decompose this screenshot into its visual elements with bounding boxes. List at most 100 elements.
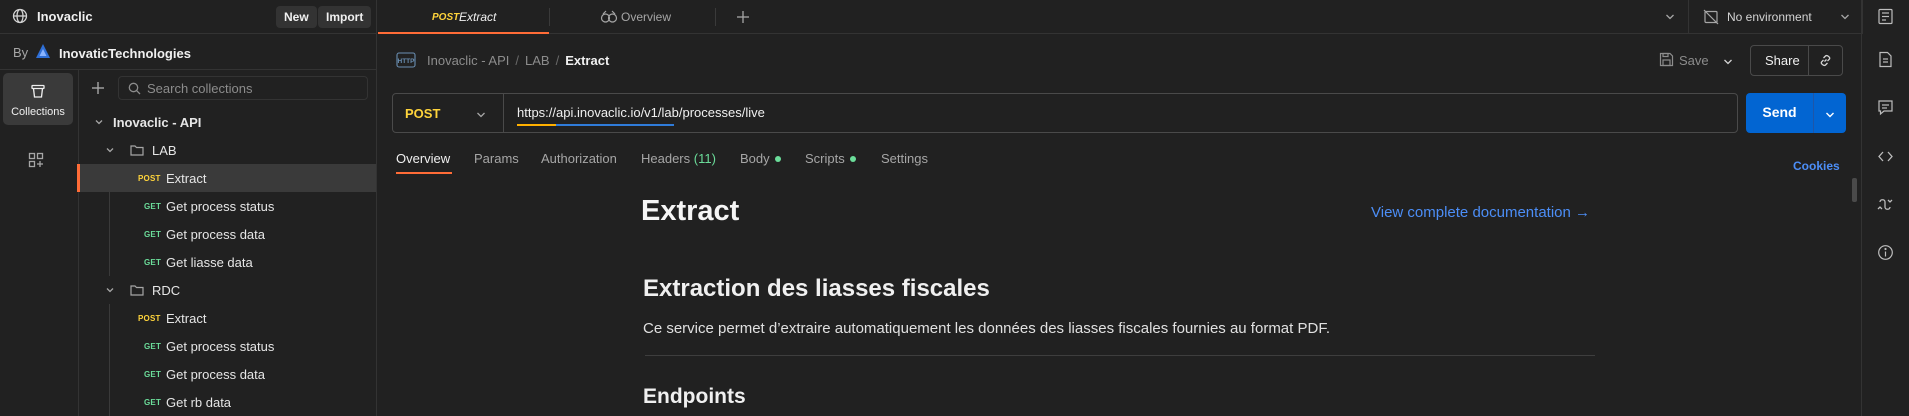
- tab-divider: [715, 8, 716, 26]
- trash-can-collections-icon: [30, 83, 46, 99]
- tab-params[interactable]: Params: [474, 151, 519, 166]
- cookies-link[interactable]: Cookies: [1793, 159, 1840, 173]
- tab-divider: [549, 8, 550, 26]
- request-name: Get rb data: [166, 395, 232, 410]
- tree-folder-rdc[interactable]: RDC: [80, 276, 376, 304]
- request-method-badge: GET: [144, 202, 162, 211]
- method-select[interactable]: POST: [393, 94, 504, 132]
- doc-paragraph: Ce service permet d’extraire automatique…: [643, 320, 1330, 337]
- chevron-down-icon: [94, 117, 104, 127]
- send-button[interactable]: Send: [1746, 93, 1846, 133]
- plus-icon[interactable]: [91, 81, 105, 95]
- tree-request-lab-extract[interactable]: POST Extract: [80, 164, 376, 192]
- environment-quicklook-icon[interactable]: [1877, 8, 1894, 25]
- workspace-name[interactable]: Inovaclic: [37, 9, 93, 24]
- rail-collections-label: Collections: [11, 106, 65, 118]
- import-button[interactable]: Import: [318, 6, 372, 28]
- breadcrumb-item[interactable]: LAB: [525, 53, 550, 68]
- request-method-badge: GET: [144, 258, 162, 267]
- tree-request-rdc-get-process-status[interactable]: GET Get process status: [80, 332, 376, 360]
- doc-heading: Extraction des liasses fiscales: [643, 275, 990, 302]
- request-name: Extract: [166, 171, 207, 186]
- share-group: Share: [1750, 45, 1843, 76]
- tab-label: Extract: [459, 10, 497, 24]
- documentation-icon[interactable]: [1877, 51, 1894, 68]
- breadcrumb-separator: /: [515, 53, 519, 68]
- request-name: Get process data: [166, 367, 265, 382]
- link-icon[interactable]: [1818, 53, 1833, 68]
- search-input[interactable]: [147, 79, 362, 97]
- tab-body-label: Body: [740, 151, 770, 166]
- doc-heading-endpoints: Endpoints: [643, 385, 746, 408]
- search-icon: [128, 82, 141, 95]
- globe-icon: [12, 8, 28, 24]
- chevron-down-icon: [105, 145, 115, 155]
- collections-toolbar: [80, 70, 377, 110]
- request-name: Get process status: [166, 339, 275, 354]
- tree-collection[interactable]: Inovaclic - API: [80, 108, 376, 136]
- tab-overview-doc[interactable]: Overview: [396, 151, 450, 166]
- tree-request-lab-get-process-status[interactable]: GET Get process status: [80, 192, 376, 220]
- request-name: Get process data: [166, 227, 265, 242]
- breadcrumb-separator: /: [555, 53, 560, 68]
- breadcrumb: Inovaclic - API / LAB / Extract: [427, 53, 609, 68]
- no-environment-icon: [1703, 9, 1719, 25]
- divider: [1808, 46, 1809, 75]
- view-documentation-link[interactable]: View complete documentation →: [1371, 204, 1590, 221]
- search-box: [118, 76, 368, 100]
- new-button[interactable]: New: [276, 6, 317, 28]
- tab-headers[interactable]: Headers (11): [641, 151, 716, 166]
- save-icon[interactable]: [1659, 52, 1674, 67]
- active-tab-indicator: [396, 172, 452, 174]
- url-highlight: [517, 124, 556, 126]
- doc-title: Extract: [641, 195, 740, 227]
- share-button[interactable]: Share: [1765, 53, 1800, 68]
- sidebar-rail: Collections: [0, 70, 79, 416]
- tab-authorization[interactable]: Authorization: [541, 151, 617, 166]
- status-dot: [774, 156, 781, 162]
- request-method-badge: GET: [144, 342, 162, 351]
- overview-icon: [600, 10, 618, 24]
- tree-folder-name: RDC: [152, 283, 181, 298]
- chevron-down-icon[interactable]: [1664, 11, 1676, 23]
- tab-scripts[interactable]: Scripts: [805, 151, 856, 166]
- environment-selector[interactable]: No environment: [1727, 10, 1812, 24]
- chevron-down-icon[interactable]: [1839, 11, 1851, 23]
- rail-collections-button[interactable]: Collections: [3, 73, 73, 125]
- chevron-down-icon: [475, 109, 487, 121]
- comments-icon[interactable]: [1877, 99, 1894, 116]
- add-widget-icon[interactable]: [28, 152, 44, 168]
- tab-overview[interactable]: Overview: [621, 10, 671, 24]
- chevron-down-icon[interactable]: [1824, 109, 1836, 121]
- tab-extract[interactable]: POST Extract: [378, 0, 549, 34]
- tree-request-rdc-get-process-data[interactable]: GET Get process data: [80, 360, 376, 388]
- info-icon[interactable]: [1877, 244, 1894, 261]
- tab-scripts-label: Scripts: [805, 151, 845, 166]
- url-input[interactable]: https://api.inovaclic.io/v1/lab/processe…: [517, 105, 765, 120]
- tree-request-lab-get-process-data[interactable]: GET Get process data: [80, 220, 376, 248]
- tree-folder-lab[interactable]: LAB: [80, 136, 376, 164]
- tab-settings[interactable]: Settings: [881, 151, 928, 166]
- by-label: By: [13, 45, 29, 60]
- save-button[interactable]: Save: [1679, 53, 1709, 68]
- tree-request-rdc-extract[interactable]: POST Extract: [80, 304, 376, 332]
- scrollbar-thumb[interactable]: [1852, 178, 1857, 202]
- tab-method-badge: POST: [432, 12, 460, 23]
- request-bar: POST https://api.inovaclic.io/v1/lab/pro…: [392, 93, 1738, 133]
- tree-request-rdc-get-rb-data[interactable]: GET Get rb data: [80, 388, 376, 416]
- headers-count-badge: (11): [693, 151, 716, 166]
- chevron-down-icon[interactable]: [1722, 56, 1734, 68]
- tree-request-lab-get-liasse-data[interactable]: GET Get liasse data: [80, 248, 376, 276]
- team-name[interactable]: InovaticTechnologies: [59, 46, 191, 61]
- folder-icon: [130, 143, 144, 157]
- team-row: By InovaticTechnologies: [0, 34, 377, 70]
- url-highlight: [556, 124, 674, 126]
- breadcrumb-item[interactable]: Inovaclic - API: [427, 53, 509, 68]
- request-method-badge: GET: [144, 370, 162, 379]
- tab-headers-label: Headers: [641, 151, 691, 166]
- related-collections-icon[interactable]: [1877, 196, 1894, 213]
- tab-body[interactable]: Body: [740, 151, 781, 166]
- breadcrumb-current[interactable]: Extract: [565, 53, 609, 68]
- new-tab-plus-icon[interactable]: [735, 9, 751, 25]
- code-icon[interactable]: [1877, 148, 1894, 165]
